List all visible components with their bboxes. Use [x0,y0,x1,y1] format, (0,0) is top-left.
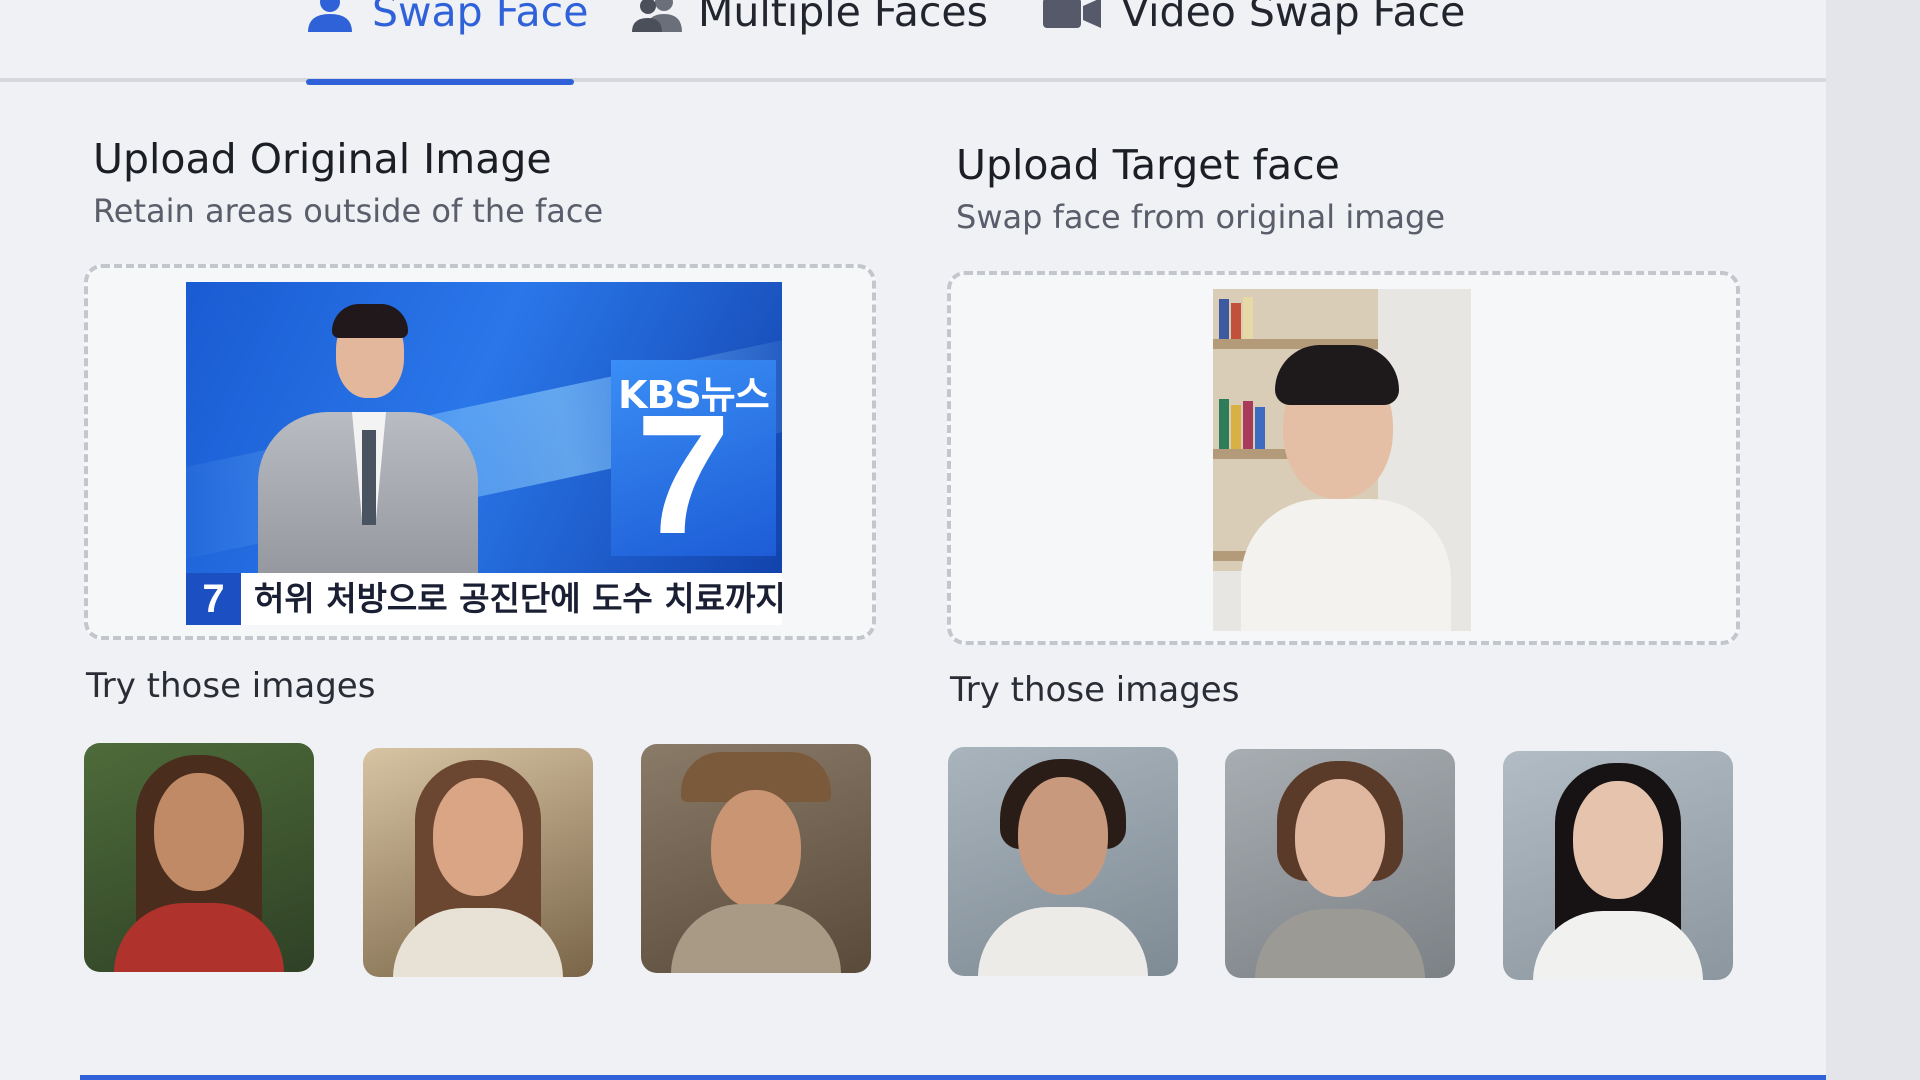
original-subtitle: Retain areas outside of the face [93,192,604,230]
book [1231,303,1241,339]
sample-torso [978,907,1148,976]
target-preview-image [1213,289,1471,631]
tab-label: Swap Face [372,0,589,36]
tab-label: Video Swap Face [1121,0,1466,36]
target-subtitle: Swap face from original image [956,198,1445,236]
video-icon [1043,0,1103,32]
book [1231,405,1241,449]
person-icon [306,0,354,32]
tab-bar: Swap Face Multiple Faces Video Swap Face [0,0,1826,85]
sample-torso [1255,909,1425,978]
tab-swap-face[interactable]: Swap Face [306,0,588,42]
sample-torso [671,904,841,973]
bottom-action-bar-edge [80,1075,1826,1080]
target-title: Upload Target face [956,141,1340,189]
tab-multiple-faces[interactable]: Multiple Faces [632,0,988,42]
tab-label: Multiple Faces [698,0,988,36]
target-sample-2[interactable] [1225,749,1455,978]
anchor-hair [332,304,408,338]
target-try-label: Try those images [950,670,1240,710]
book [1243,401,1253,449]
original-title: Upload Original Image [93,135,552,183]
anchor-tie [362,430,376,525]
book [1219,399,1229,449]
channel-number: 7 [636,380,731,570]
sample-face [433,778,523,896]
sample-face [1573,781,1663,899]
target-hair [1275,345,1399,405]
page-margin [1826,0,1920,1080]
sample-face [711,790,801,908]
active-tab-indicator [306,79,574,85]
target-sample-3[interactable] [1503,751,1733,980]
target-upload-dropzone[interactable] [947,271,1740,645]
original-sample-2[interactable] [363,748,593,977]
target-body [1241,499,1451,631]
tab-divider [0,78,1826,82]
original-sample-3[interactable] [641,744,871,973]
sample-face [1018,777,1108,895]
news-caption: 허위 처방으로 공진단에 도수 치료까지 [254,579,782,618]
original-sample-1[interactable] [84,743,314,972]
people-icon [632,0,682,32]
sample-face [1295,779,1385,897]
target-sample-1[interactable] [948,747,1178,976]
original-preview-image: KBS뉴스 7 7 허위 처방으로 공진단에 도수 치료까지 [186,282,782,625]
book [1255,407,1265,449]
book [1243,297,1253,339]
caption-badge: 7 [186,573,241,625]
original-try-label: Try those images [86,666,376,706]
book [1219,299,1229,339]
tab-video-swap-face[interactable]: Video Swap Face [1043,0,1465,42]
original-upload-dropzone[interactable]: KBS뉴스 7 7 허위 처방으로 공진단에 도수 치료까지 [84,264,876,640]
sample-face [154,773,244,891]
